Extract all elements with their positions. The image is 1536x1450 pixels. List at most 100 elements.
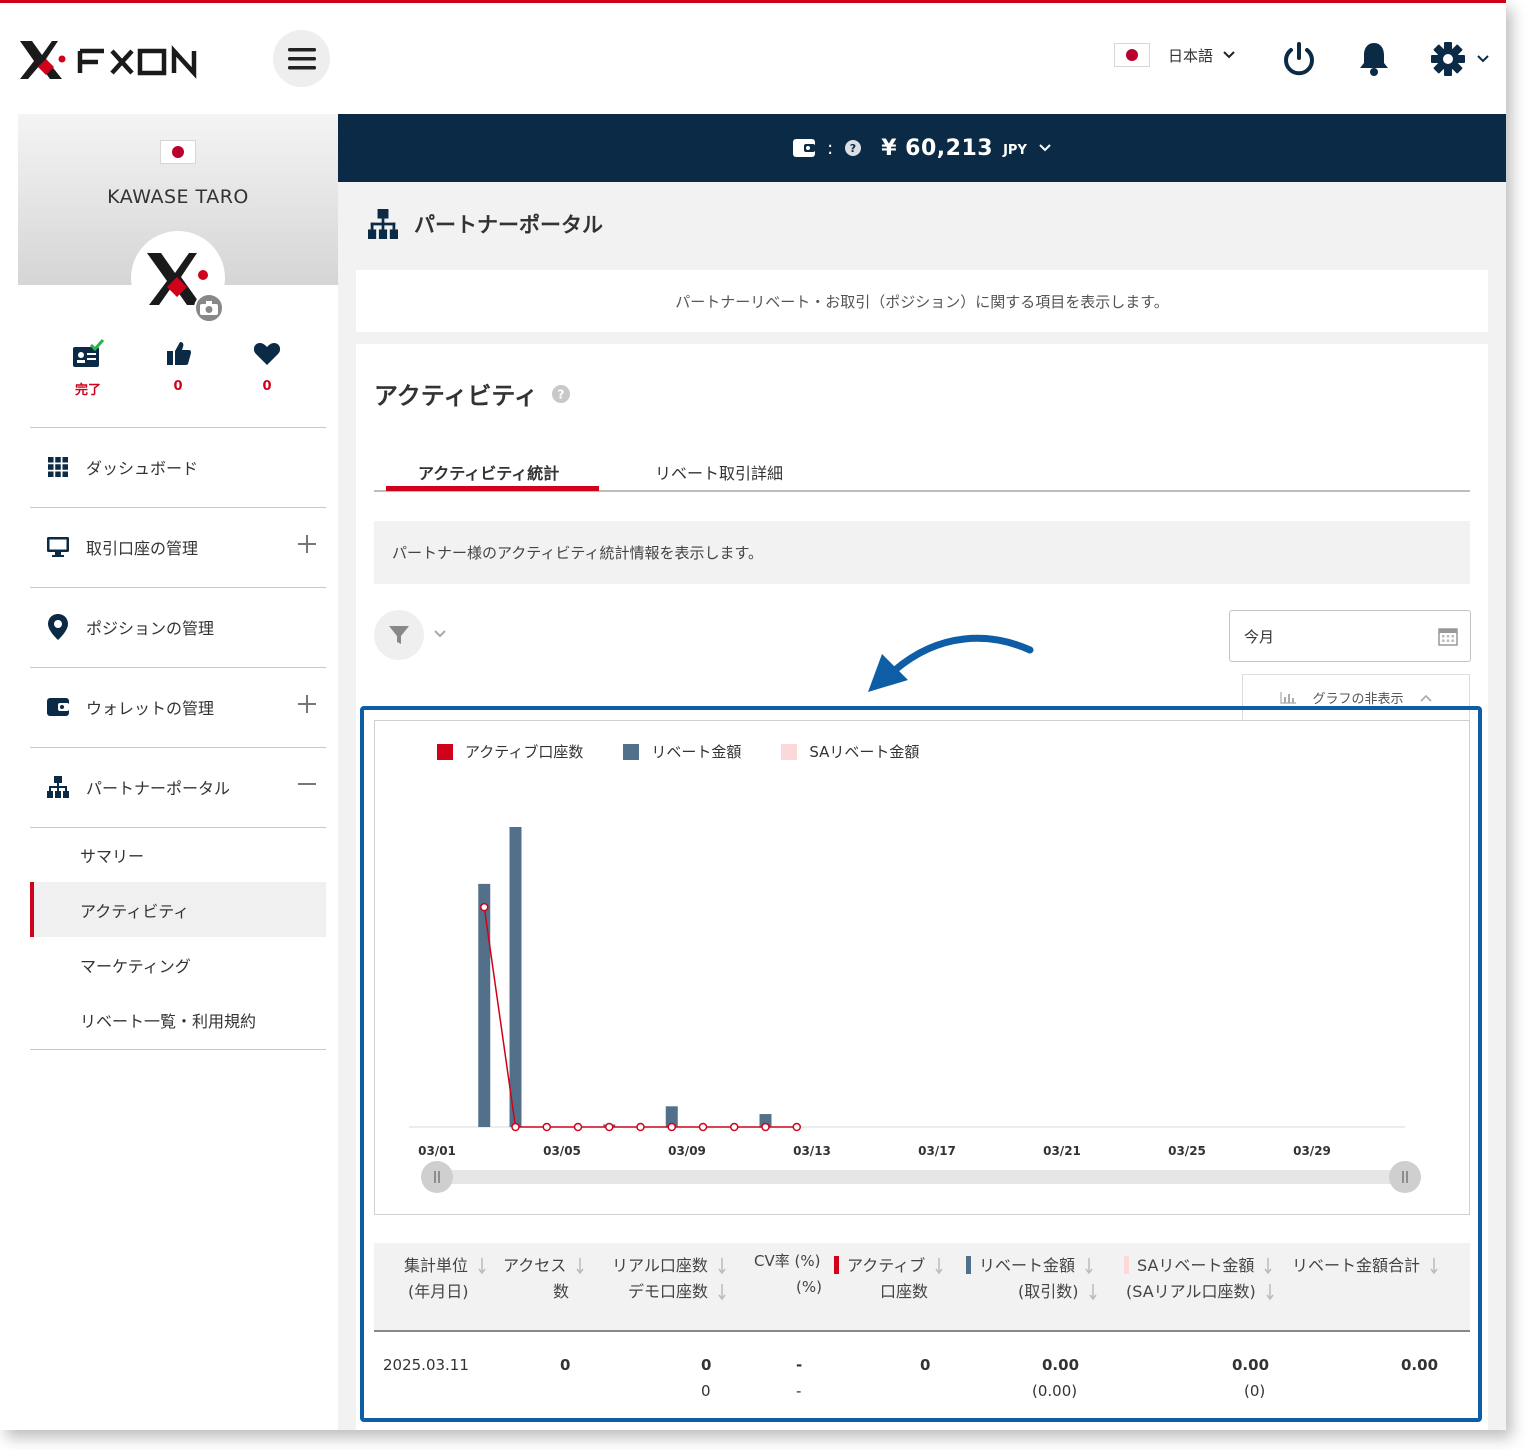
balance-amount: ¥ 60,213	[881, 135, 994, 161]
sort-icon[interactable]	[1264, 1257, 1273, 1276]
point-active-accounts-03-09[interactable]	[698, 1122, 708, 1132]
sort-icon[interactable]	[1085, 1257, 1093, 1276]
table-divider	[374, 1330, 1470, 1332]
point-active-accounts-03-07[interactable]	[636, 1122, 645, 1132]
bell-icon[interactable]	[1356, 41, 1392, 77]
header-line2: デモ口座数	[628, 1282, 709, 1301]
date-range-input[interactable]: 今月	[1229, 610, 1471, 662]
org-chart-icon	[47, 776, 69, 798]
verification-status[interactable]: 完了	[58, 339, 118, 398]
point-active-accounts-03-08[interactable]	[667, 1122, 676, 1132]
camera-icon[interactable]	[194, 293, 224, 323]
filter-button[interactable]	[374, 610, 424, 660]
stat-value: 0	[173, 379, 183, 394]
minus-icon[interactable]	[298, 775, 316, 793]
chart-panel: 03/01 03/05 03/09 03/13 03/17 03/21 03/25 03/29	[374, 720, 1470, 1215]
likes-stat[interactable]: 0	[148, 339, 208, 394]
sidebar-item-label: ポジションの管理	[86, 619, 215, 638]
bar-rebate-03-03[interactable]	[509, 827, 522, 1127]
column-header-period[interactable]: 集計単位 (年月日)	[404, 1253, 486, 1305]
legend-label: アクティブ口座数	[465, 743, 584, 761]
point-active-accounts-03-12[interactable]	[792, 1122, 801, 1132]
sort-icon[interactable]	[935, 1257, 943, 1276]
point-active-accounts-03-02[interactable]	[480, 902, 489, 912]
sort-icon[interactable]	[576, 1257, 584, 1276]
bar-rebate-03-02[interactable]	[478, 883, 491, 1127]
sub-item-summary[interactable]: サマリー	[30, 827, 326, 882]
column-header-active-accounts[interactable]: アクティブ 口座数	[834, 1253, 943, 1305]
sidebar-item-positions[interactable]: ポジションの管理	[30, 587, 326, 667]
sidebar-item-dashboard[interactable]: ダッシュボード	[30, 427, 326, 507]
power-icon[interactable]	[1281, 41, 1317, 77]
x-tick-label: 03/21	[1043, 1144, 1081, 1158]
activity-title: アクティビティ ?	[374, 376, 570, 411]
point-active-accounts-03-06[interactable]	[605, 1122, 614, 1132]
svg-text:?: ?	[557, 387, 564, 401]
tab-activity-stats[interactable]: アクティビティ統計	[418, 460, 559, 484]
balance-bar[interactable]: : ? ¥ 60,213 JPY	[338, 114, 1506, 182]
legend-item-rebate[interactable]: リベート金額	[623, 741, 741, 762]
legend-label: SAリベート金額	[809, 743, 920, 761]
language-selector[interactable]: 日本語	[1114, 43, 1235, 67]
menu-button[interactable]	[273, 30, 330, 87]
point-active-accounts-03-03[interactable]	[511, 1122, 520, 1132]
header-line2: (取引数)	[1018, 1282, 1079, 1301]
legend-item-sa-rebate[interactable]: SAリベート金額	[781, 741, 919, 762]
slider-track[interactable]	[437, 1170, 1407, 1184]
org-chart-icon	[368, 209, 398, 239]
slider-handle-right[interactable]	[1389, 1161, 1421, 1193]
column-header-accounts[interactable]: リアル口座数 デモ口座数	[612, 1253, 726, 1305]
cell-rebate: 0.00	[1042, 1356, 1080, 1374]
sort-icon[interactable]	[718, 1283, 726, 1302]
legend-item-active-accounts[interactable]: アクティブ口座数	[437, 741, 583, 762]
chevron-down-icon[interactable]	[1039, 144, 1051, 152]
help-icon[interactable]: ?	[845, 140, 862, 156]
sub-item-rebate-terms[interactable]: リベート一覧・利用規約	[30, 992, 326, 1047]
calendar-icon	[1438, 628, 1458, 646]
japan-flag-icon	[160, 140, 196, 164]
stat-value: 0	[262, 379, 272, 394]
activity-chart: 03/01 03/05 03/09 03/13 03/17 03/21 03/25 03/29	[409, 827, 1421, 1193]
graph-toggle-button[interactable]: グラフの非表示	[1242, 674, 1470, 720]
sub-item-activity[interactable]: アクティビティ	[30, 882, 326, 937]
column-header-rebate-total[interactable]: リベート金額合計	[1292, 1253, 1438, 1279]
cell-cv-rate: -	[796, 1356, 803, 1374]
chevron-down-icon[interactable]	[434, 630, 446, 638]
range-slider[interactable]	[421, 1161, 1421, 1193]
point-active-accounts-03-05[interactable]	[573, 1122, 583, 1132]
favorites-stat[interactable]: 0	[237, 339, 297, 394]
column-header-sa-rebate[interactable]: SAリベート金額 (SAリアル口座数)	[1124, 1253, 1274, 1305]
sidebar: KAWASE TARO 完了 0 0 ダッシュボード 取引口座の管理 ポジション…	[18, 114, 338, 1430]
column-header-cv-rate[interactable]: CV率 (%) (%)	[754, 1248, 822, 1300]
sidebar-item-trading-accounts[interactable]: 取引口座の管理	[30, 507, 326, 587]
column-header-rebate[interactable]: リベート金額 (取引数)	[966, 1253, 1097, 1305]
sub-item-marketing[interactable]: マーケティング	[30, 937, 326, 992]
cell-sa-rebate: 0.00	[1232, 1356, 1270, 1374]
tab-rebate-details[interactable]: リベート取引詳細	[655, 460, 783, 484]
sort-icon[interactable]	[1430, 1257, 1438, 1276]
header-line2: (%)	[796, 1278, 822, 1296]
sort-icon[interactable]	[1266, 1283, 1274, 1302]
slider-handle-left[interactable]	[421, 1161, 453, 1193]
thumbs-up-icon	[167, 342, 191, 365]
sort-icon[interactable]	[718, 1257, 726, 1276]
cell-rebate-count: (0.00)	[1032, 1382, 1078, 1400]
sort-icon[interactable]	[478, 1257, 486, 1276]
sidebar-item-wallet[interactable]: ウォレットの管理	[30, 667, 326, 747]
monitor-icon	[47, 537, 69, 557]
help-icon[interactable]: ?	[551, 384, 570, 403]
sort-icon[interactable]	[1088, 1283, 1097, 1302]
gear-icon[interactable]	[1430, 41, 1490, 77]
point-active-accounts-03-11[interactable]	[761, 1122, 770, 1132]
point-active-accounts-03-04[interactable]	[542, 1122, 551, 1132]
header-line1: CV率 (%)	[754, 1252, 821, 1270]
fxon-logo[interactable]	[18, 37, 233, 87]
cell-real-accounts: 0	[701, 1356, 712, 1374]
plus-icon[interactable]	[298, 535, 316, 553]
x-tick-label: 03/17	[918, 1144, 956, 1158]
plus-icon[interactable]	[298, 695, 316, 713]
column-header-access[interactable]: アクセス 数	[503, 1253, 584, 1305]
sidebar-item-partner-portal[interactable]: パートナーポータル	[30, 747, 326, 827]
app-window: 日本語 KAWASE TARO 完了 0 0 ダッシュボード 取引口座の管理 ポ…	[0, 0, 1506, 1430]
point-active-accounts-03-10[interactable]	[730, 1122, 739, 1132]
